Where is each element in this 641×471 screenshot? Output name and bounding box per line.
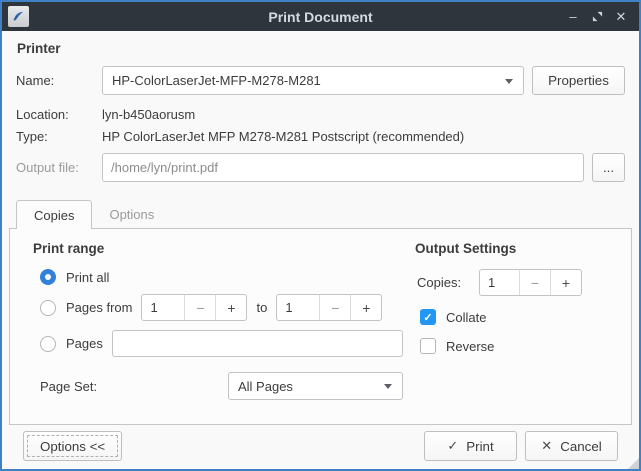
print-range-heading: Print range — [33, 241, 403, 256]
check-icon: ✓ — [423, 311, 432, 324]
minimize-button[interactable]: – — [561, 5, 585, 29]
tab-bar: Copies Options — [16, 200, 632, 228]
app-icon — [8, 6, 29, 27]
page-set-value: All Pages — [238, 379, 293, 394]
copies-label: Copies: — [417, 275, 479, 290]
window-controls: – ✕ — [561, 5, 633, 29]
pages-from-value[interactable]: 1 — [142, 295, 184, 320]
tab-copies[interactable]: Copies — [16, 200, 92, 229]
pages-radio[interactable] — [40, 336, 56, 352]
page-set-label: Page Set: — [40, 379, 228, 394]
notebook: Copies Options Print range Print all — [9, 200, 632, 425]
pages-label[interactable]: Pages — [66, 336, 103, 351]
chevron-down-icon — [505, 79, 513, 84]
collate-label[interactable]: Collate — [446, 310, 486, 325]
maximize-button[interactable] — [585, 5, 609, 29]
copies-row: Copies: 1 − + — [417, 269, 631, 296]
page-set-combobox[interactable]: All Pages — [228, 372, 403, 400]
output-file-label: Output file: — [16, 160, 102, 175]
cancel-button[interactable]: ✕ Cancel — [525, 431, 618, 461]
printer-name-label: Name: — [16, 73, 102, 88]
print-all-label[interactable]: Print all — [66, 270, 109, 285]
collate-row[interactable]: ✓ Collate — [420, 309, 631, 325]
browse-button[interactable]: ... — [592, 153, 625, 182]
titlebar: Print Document – ✕ — [2, 2, 639, 31]
copies-spinner: 1 − + — [479, 269, 582, 296]
pages-from-label[interactable]: Pages from — [66, 300, 132, 315]
close-icon: ✕ — [541, 438, 552, 454]
minus-icon: − — [531, 275, 539, 291]
tab-copies-label: Copies — [34, 208, 74, 223]
pages-to-spinner: 1 − + — [276, 294, 382, 321]
copies-decrement-button[interactable]: − — [520, 270, 550, 295]
printer-location-label: Location: — [16, 107, 102, 122]
copies-increment-button[interactable]: + — [551, 270, 581, 295]
browse-button-label: ... — [603, 160, 614, 175]
pages-to-value[interactable]: 1 — [277, 295, 319, 320]
footer-bar: Options << ✓ Print ✕ Cancel — [23, 431, 618, 461]
printer-location-value: lyn-b450aorusm — [102, 107, 195, 122]
pages-row: Pages — [40, 330, 403, 357]
print-button-label: Print — [466, 439, 493, 454]
printer-type-label: Type: — [16, 129, 102, 144]
page-set-row: Page Set: All Pages — [40, 372, 403, 400]
close-icon: ✕ — [616, 9, 627, 25]
footer-actions: ✓ Print ✕ Cancel — [424, 431, 618, 461]
reverse-checkbox[interactable] — [420, 338, 436, 354]
output-settings-group: Output Settings Copies: 1 − + — [415, 241, 631, 424]
print-all-radio[interactable] — [40, 269, 56, 285]
minus-icon: − — [331, 300, 339, 316]
close-button[interactable]: ✕ — [609, 5, 633, 29]
quill-icon — [11, 9, 26, 24]
pages-from-spinner: 1 − + — [141, 294, 247, 321]
check-icon: ✓ — [447, 438, 458, 454]
maximize-icon — [592, 11, 603, 22]
output-settings-heading: Output Settings — [415, 241, 631, 256]
reverse-row[interactable]: Reverse — [420, 338, 631, 354]
output-file-input[interactable] — [102, 153, 584, 182]
minus-icon: − — [196, 300, 204, 316]
print-range-group: Print range Print all Pages from 1 − — [33, 241, 403, 424]
resize-grip[interactable] — [628, 458, 639, 469]
pages-input[interactable] — [112, 330, 403, 357]
to-label: to — [256, 300, 267, 315]
properties-button-label: Properties — [548, 73, 609, 88]
options-toggle-label: Options << — [40, 439, 105, 454]
pages-to-decrement-button[interactable]: − — [320, 295, 350, 320]
plus-icon: + — [562, 275, 570, 291]
pages-from-row: Pages from 1 − + to 1 − — [40, 294, 403, 321]
printer-name-combobox[interactable]: HP-ColorLaserJet-MFP-M278-M281 — [102, 66, 524, 95]
tab-options-label: Options — [109, 207, 154, 222]
pages-from-decrement-button[interactable]: − — [185, 295, 215, 320]
printer-section-heading: Printer — [17, 41, 625, 56]
chevron-down-icon — [384, 384, 392, 389]
printer-location-row: Location: lyn-b450aorusm — [16, 103, 625, 125]
plus-icon: + — [362, 300, 370, 316]
pages-from-increment-button[interactable]: + — [216, 295, 246, 320]
cancel-button-label: Cancel — [560, 439, 602, 454]
copies-value[interactable]: 1 — [480, 270, 519, 295]
tab-options[interactable]: Options — [92, 200, 171, 229]
options-toggle-button[interactable]: Options << — [23, 431, 122, 461]
print-button[interactable]: ✓ Print — [424, 431, 517, 461]
printer-type-row: Type: HP ColorLaserJet MFP M278-M281 Pos… — [16, 125, 625, 147]
properties-button[interactable]: Properties — [532, 66, 625, 95]
print-document-dialog: Print Document – ✕ Printer Name: HP-Colo… — [0, 0, 641, 471]
printer-name-row: Name: HP-ColorLaserJet-MFP-M278-M281 Pro… — [16, 66, 625, 95]
copies-tab-panel: Print range Print all Pages from 1 − — [9, 228, 632, 425]
window-title: Print Document — [2, 9, 639, 25]
plus-icon: + — [227, 300, 235, 316]
collate-checkbox[interactable]: ✓ — [420, 309, 436, 325]
printer-type-value: HP ColorLaserJet MFP M278-M281 Postscrip… — [102, 129, 464, 144]
print-all-row[interactable]: Print all — [40, 269, 403, 285]
dialog-body: Printer Name: HP-ColorLaserJet-MFP-M278-… — [2, 31, 639, 469]
minimize-icon: – — [569, 9, 576, 24]
output-file-row: Output file: ... — [16, 153, 625, 182]
reverse-label[interactable]: Reverse — [446, 339, 494, 354]
pages-from-radio[interactable] — [40, 300, 56, 316]
printer-name-value: HP-ColorLaserJet-MFP-M278-M281 — [112, 73, 321, 88]
pages-to-increment-button[interactable]: + — [351, 295, 381, 320]
